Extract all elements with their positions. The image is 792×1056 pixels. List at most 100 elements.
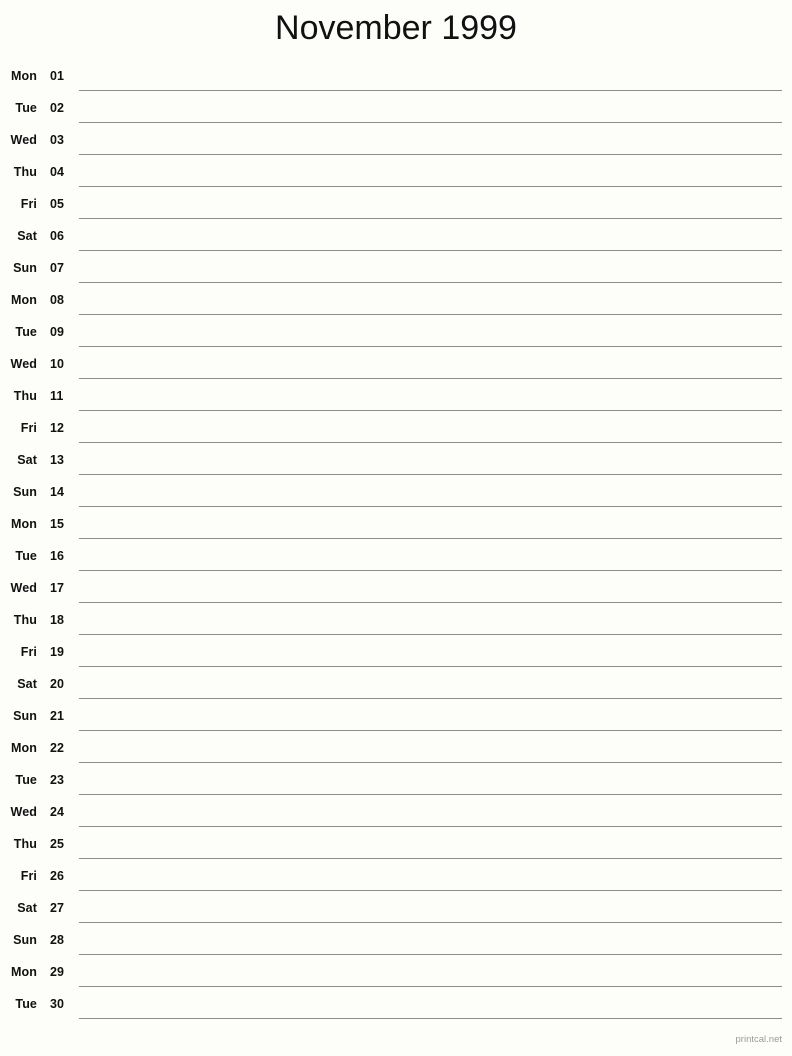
day-row[interactable]: Sat 06 <box>0 222 792 254</box>
day-writing-line[interactable] <box>79 314 782 315</box>
day-weekday-label: Fri <box>20 645 37 659</box>
day-writing-line[interactable] <box>79 762 782 763</box>
day-weekday-label: Thu <box>13 837 37 851</box>
day-writing-line[interactable] <box>79 154 782 155</box>
day-row[interactable]: Fri 12 <box>0 414 792 446</box>
day-row[interactable]: Thu 25 <box>0 830 792 862</box>
day-writing-line[interactable] <box>79 410 782 411</box>
day-weekday-label: Mon <box>11 69 37 83</box>
day-writing-line[interactable] <box>79 794 782 795</box>
day-number-label: 22 <box>50 741 65 755</box>
day-weekday-label: Tue <box>15 549 37 563</box>
day-row[interactable]: Sun 21 <box>0 702 792 734</box>
day-row[interactable]: Sun 14 <box>0 478 792 510</box>
day-writing-line[interactable] <box>79 986 782 987</box>
day-number-label: 03 <box>50 133 65 147</box>
day-row[interactable]: Sun 07 <box>0 254 792 286</box>
day-weekday-label: Tue <box>15 325 37 339</box>
day-writing-line[interactable] <box>79 250 782 251</box>
day-weekday-label: Thu <box>13 389 37 403</box>
day-number-label: 19 <box>50 645 65 659</box>
day-writing-line[interactable] <box>79 378 782 379</box>
day-row[interactable]: Wed 24 <box>0 798 792 830</box>
day-row[interactable]: Wed 03 <box>0 126 792 158</box>
day-row[interactable]: Tue 02 <box>0 94 792 126</box>
day-row[interactable]: Mon 29 <box>0 958 792 990</box>
day-number-label: 12 <box>50 421 65 435</box>
day-row[interactable]: Fri 19 <box>0 638 792 670</box>
day-row[interactable]: Wed 17 <box>0 574 792 606</box>
day-weekday-label: Sat <box>17 677 37 691</box>
day-row[interactable]: Sat 27 <box>0 894 792 926</box>
day-weekday-label: Sat <box>17 453 37 467</box>
day-row[interactable]: Tue 23 <box>0 766 792 798</box>
day-number-label: 02 <box>50 101 65 115</box>
day-number-label: 01 <box>50 69 65 83</box>
day-writing-line[interactable] <box>79 1018 782 1019</box>
day-row[interactable]: Sat 13 <box>0 446 792 478</box>
day-writing-line[interactable] <box>79 90 782 91</box>
day-row[interactable]: Sun 28 <box>0 926 792 958</box>
day-weekday-label: Sun <box>13 261 37 275</box>
day-weekday-label: Sun <box>13 933 37 947</box>
day-number-label: 14 <box>50 485 65 499</box>
day-number-label: 25 <box>50 837 65 851</box>
day-row[interactable]: Tue 16 <box>0 542 792 574</box>
day-number-label: 04 <box>50 165 65 179</box>
day-number-label: 30 <box>50 997 65 1011</box>
day-weekday-label: Tue <box>15 101 37 115</box>
day-row[interactable]: Mon 08 <box>0 286 792 318</box>
page-title: November 1999 <box>275 9 517 47</box>
day-number-label: 07 <box>50 261 65 275</box>
day-row[interactable]: Thu 11 <box>0 382 792 414</box>
footer-attribution: printcal.net <box>735 1034 782 1045</box>
day-row[interactable]: Wed 10 <box>0 350 792 382</box>
day-writing-line[interactable] <box>79 890 782 891</box>
day-writing-line[interactable] <box>79 666 782 667</box>
day-row[interactable]: Mon 22 <box>0 734 792 766</box>
day-writing-line[interactable] <box>79 186 782 187</box>
day-weekday-label: Tue <box>15 997 37 1011</box>
day-writing-line[interactable] <box>79 506 782 507</box>
day-writing-line[interactable] <box>79 922 782 923</box>
day-rows-list: Mon 01 Tue 02 Wed 03 Thu 04 Fri 05 Sat 06 Sun 07 Mon 08… <box>0 62 792 1022</box>
day-number-label: 05 <box>50 197 65 211</box>
day-writing-line[interactable] <box>79 634 782 635</box>
day-row[interactable]: Thu 04 <box>0 158 792 190</box>
day-row[interactable]: Fri 26 <box>0 862 792 894</box>
day-writing-line[interactable] <box>79 698 782 699</box>
day-writing-line[interactable] <box>79 570 782 571</box>
day-writing-line[interactable] <box>79 218 782 219</box>
day-writing-line[interactable] <box>79 730 782 731</box>
day-row[interactable]: Fri 05 <box>0 190 792 222</box>
day-weekday-label: Thu <box>13 613 37 627</box>
calendar-page: November 1999 Mon 01 Tue 02 Wed 03 Thu 04 Fri 05 S… <box>0 0 792 1056</box>
day-number-label: 23 <box>50 773 65 787</box>
day-weekday-label: Sat <box>17 229 37 243</box>
day-weekday-label: Wed <box>10 805 37 819</box>
day-writing-line[interactable] <box>79 346 782 347</box>
day-writing-line[interactable] <box>79 826 782 827</box>
day-writing-line[interactable] <box>79 442 782 443</box>
day-weekday-label: Sat <box>17 901 37 915</box>
day-row[interactable]: Sat 20 <box>0 670 792 702</box>
day-row[interactable]: Tue 30 <box>0 990 792 1022</box>
day-weekday-label: Mon <box>11 517 37 531</box>
day-row[interactable]: Tue 09 <box>0 318 792 350</box>
day-weekday-label: Mon <box>11 741 37 755</box>
day-number-label: 16 <box>50 549 65 563</box>
day-writing-line[interactable] <box>79 602 782 603</box>
day-weekday-label: Fri <box>20 869 37 883</box>
day-weekday-label: Mon <box>11 965 37 979</box>
day-row[interactable]: Thu 18 <box>0 606 792 638</box>
day-writing-line[interactable] <box>79 122 782 123</box>
day-writing-line[interactable] <box>79 954 782 955</box>
day-writing-line[interactable] <box>79 858 782 859</box>
day-writing-line[interactable] <box>79 538 782 539</box>
day-writing-line[interactable] <box>79 474 782 475</box>
day-writing-line[interactable] <box>79 282 782 283</box>
day-row[interactable]: Mon 15 <box>0 510 792 542</box>
day-number-label: 09 <box>50 325 65 339</box>
day-number-label: 17 <box>50 581 65 595</box>
day-row[interactable]: Mon 01 <box>0 62 792 94</box>
